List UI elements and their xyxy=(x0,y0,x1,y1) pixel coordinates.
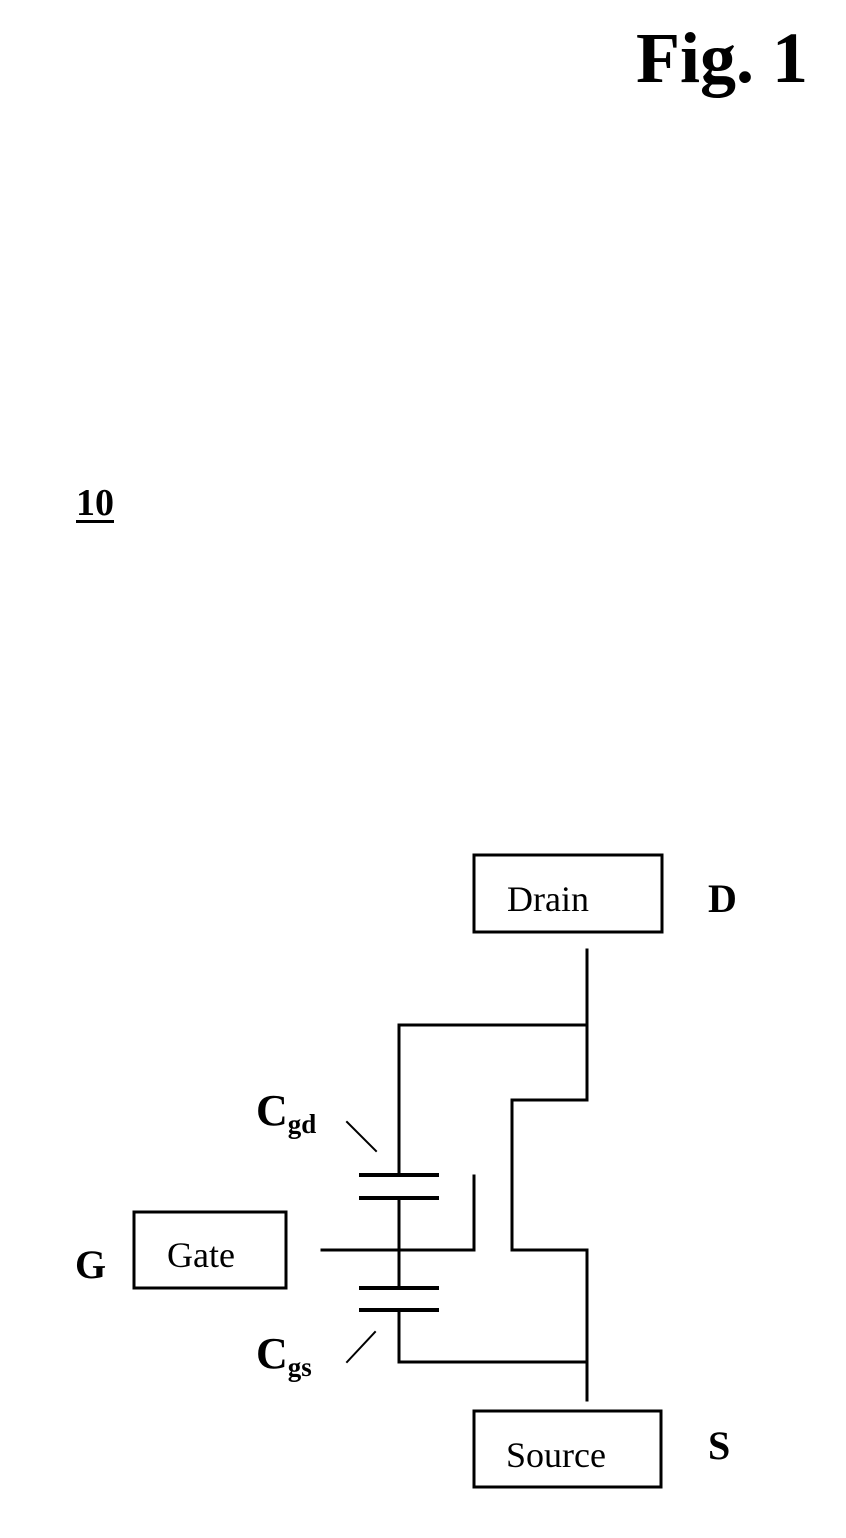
cgd-label-sub: gd xyxy=(288,1109,317,1139)
cgs-source-wire xyxy=(397,1308,589,1364)
drain-label: Drain xyxy=(507,879,589,919)
cgs-label-sub: gs xyxy=(288,1352,312,1382)
transistor-circuit-diagram: Drain Gate Source D G S Cgd Cgs xyxy=(75,853,737,1489)
source-terminal-label: S xyxy=(708,1423,730,1468)
cgs-label-main: C xyxy=(256,1329,288,1378)
cgs-label: Cgs xyxy=(256,1329,312,1382)
cgd-label: Cgd xyxy=(256,1086,316,1139)
drain-wire xyxy=(510,948,589,1402)
gate-terminal-label: G xyxy=(75,1242,106,1287)
cgd-label-main: C xyxy=(256,1086,288,1135)
gate-label: Gate xyxy=(167,1235,235,1275)
cgd-leader-line xyxy=(345,1120,378,1153)
drain-terminal-label: D xyxy=(708,876,737,921)
source-label: Source xyxy=(506,1435,606,1475)
cgs-leader-line xyxy=(345,1330,377,1364)
